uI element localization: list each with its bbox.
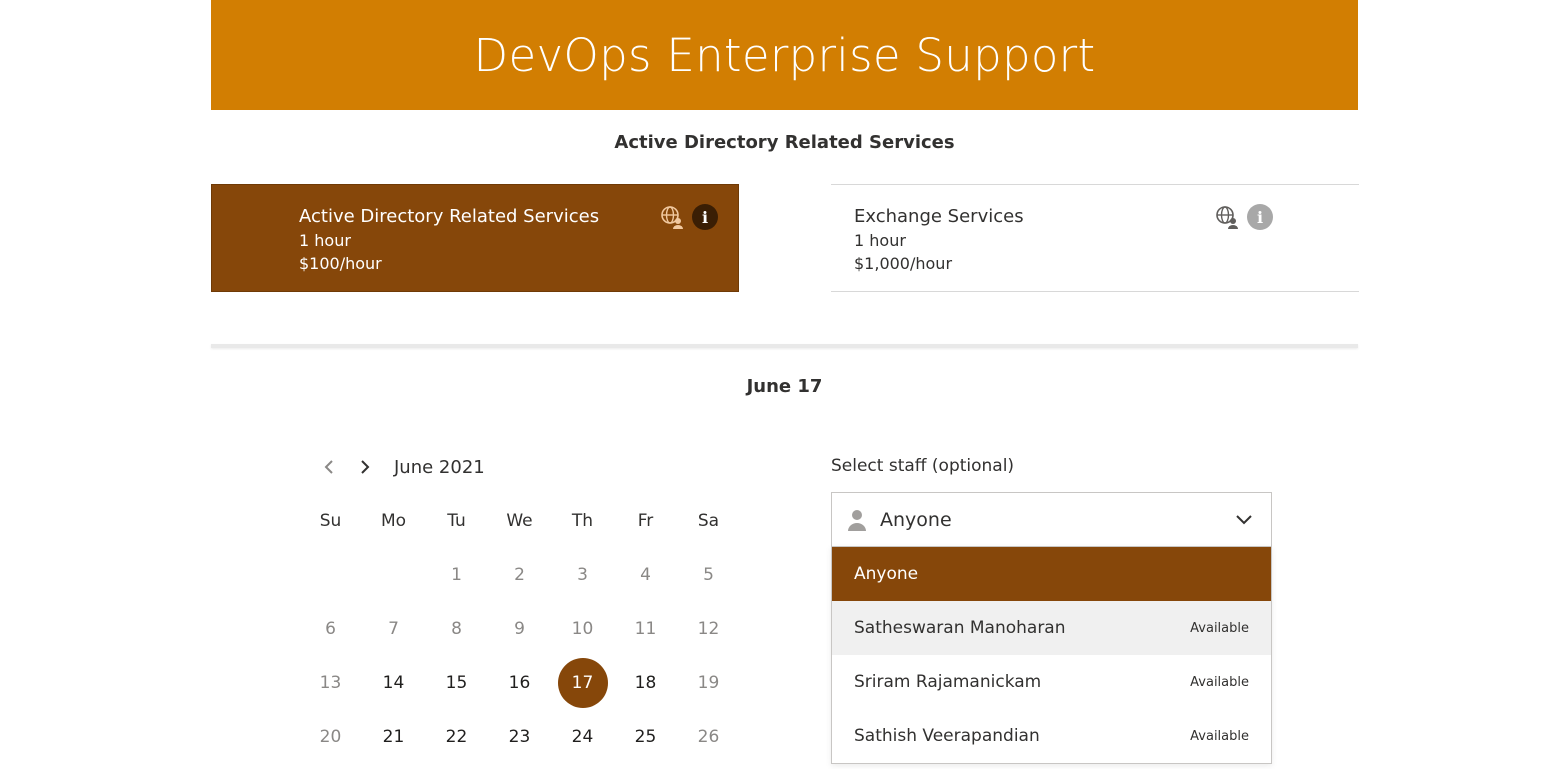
calendar-day: 12 xyxy=(697,619,720,639)
calendar-day[interactable]: 18 xyxy=(614,656,677,710)
calendar-day: 9 xyxy=(514,619,525,639)
chevron-down-icon xyxy=(1236,515,1252,525)
calendar-day[interactable]: 22 xyxy=(425,710,488,764)
staff-options-list: Anyone Satheswaran Manoharan Available S… xyxy=(831,546,1272,764)
staff-dropdown[interactable]: Anyone xyxy=(831,492,1272,548)
calendar-nav: June 2021 xyxy=(314,453,485,481)
calendar-day: 20 xyxy=(319,727,342,747)
service-price: $100/hour xyxy=(299,254,382,273)
calendar-day: 6 xyxy=(325,619,336,639)
weekday-header: Fr xyxy=(637,511,654,531)
calendar-day: 19 xyxy=(697,673,720,693)
selected-date-title: June 17 xyxy=(746,376,823,397)
weekday-header: Mo xyxy=(380,511,407,531)
page-title: DevOps Enterprise Support xyxy=(473,28,1096,82)
weekday-header: Su xyxy=(319,511,342,531)
section-divider xyxy=(211,344,1358,348)
service-card-exchange[interactable]: Exchange Services 1 hour $1,000/hour i xyxy=(831,184,1359,292)
calendar-empty-cell xyxy=(362,548,425,602)
staff-option-name: Satheswaran Manoharan xyxy=(854,618,1066,638)
month-label: June 2021 xyxy=(394,456,485,478)
calendar-day: 26 xyxy=(697,727,720,747)
calendar-day[interactable]: 16 xyxy=(488,656,551,710)
staff-selected-value: Anyone xyxy=(880,509,952,531)
calendar-day: 2 xyxy=(514,565,525,585)
service-duration: 1 hour xyxy=(854,231,906,250)
calendar-day: 13 xyxy=(319,673,342,693)
calendar-day: 10 xyxy=(571,619,594,639)
staff-option[interactable]: Sriram Rajamanickam Available xyxy=(832,655,1271,709)
calendar-day: 3 xyxy=(577,565,588,585)
info-icon[interactable]: i xyxy=(692,204,718,230)
globe-person-icon xyxy=(1216,206,1238,229)
globe-person-icon xyxy=(661,206,683,229)
calendar-day[interactable]: 14 xyxy=(362,656,425,710)
staff-option[interactable]: Satheswaran Manoharan Available xyxy=(832,601,1271,655)
calendar-empty-cell xyxy=(299,548,362,602)
page-banner: DevOps Enterprise Support xyxy=(211,0,1358,110)
staff-label: Select staff (optional) xyxy=(831,456,1015,476)
staff-option-name: Sathish Veerapandian xyxy=(854,726,1040,746)
selected-day-label: 17 xyxy=(557,658,608,708)
weekday-header: Th xyxy=(571,511,594,531)
service-card-active-directory[interactable]: Active Directory Related Services 1 hour… xyxy=(211,184,739,292)
calendar-day: 1 xyxy=(451,565,462,585)
staff-availability: Available xyxy=(1190,674,1249,690)
info-icon[interactable]: i xyxy=(1247,204,1273,230)
staff-option-anyone[interactable]: Anyone xyxy=(832,547,1271,601)
calendar-day[interactable]: 24 xyxy=(551,710,614,764)
calendar-day: 8 xyxy=(451,619,462,639)
staff-availability: Available xyxy=(1190,620,1249,636)
calendar-day: 7 xyxy=(388,619,399,639)
calendar-day: 11 xyxy=(634,619,657,639)
calendar-grid: Su Mo Tu We Th Fr Sa 1 2 3 4 5 6 7 8 9 1… xyxy=(299,494,740,764)
staff-option-name: Sriram Rajamanickam xyxy=(854,672,1042,692)
calendar-day[interactable]: 25 xyxy=(614,710,677,764)
chevron-right-icon[interactable] xyxy=(350,453,380,481)
calendar-day-selected[interactable]: 17 xyxy=(551,656,614,710)
weekday-header: Tu xyxy=(447,511,466,531)
calendar-day[interactable]: 15 xyxy=(425,656,488,710)
calendar-day[interactable]: 23 xyxy=(488,710,551,764)
calendar-day: 4 xyxy=(640,565,651,585)
staff-option-name: Anyone xyxy=(854,564,919,584)
calendar-day: 5 xyxy=(703,565,714,585)
staff-availability: Available xyxy=(1190,728,1249,744)
calendar-day[interactable]: 21 xyxy=(362,710,425,764)
service-duration: 1 hour xyxy=(299,231,351,250)
services-section-title: Active Directory Related Services xyxy=(614,132,955,153)
service-name: Exchange Services xyxy=(854,206,1024,227)
person-icon xyxy=(848,510,866,531)
staff-option[interactable]: Sathish Veerapandian Available xyxy=(832,709,1271,763)
service-price: $1,000/hour xyxy=(854,254,953,273)
chevron-left-icon[interactable] xyxy=(314,453,344,481)
weekday-header: Sa xyxy=(697,511,720,531)
weekday-header: We xyxy=(506,511,533,531)
